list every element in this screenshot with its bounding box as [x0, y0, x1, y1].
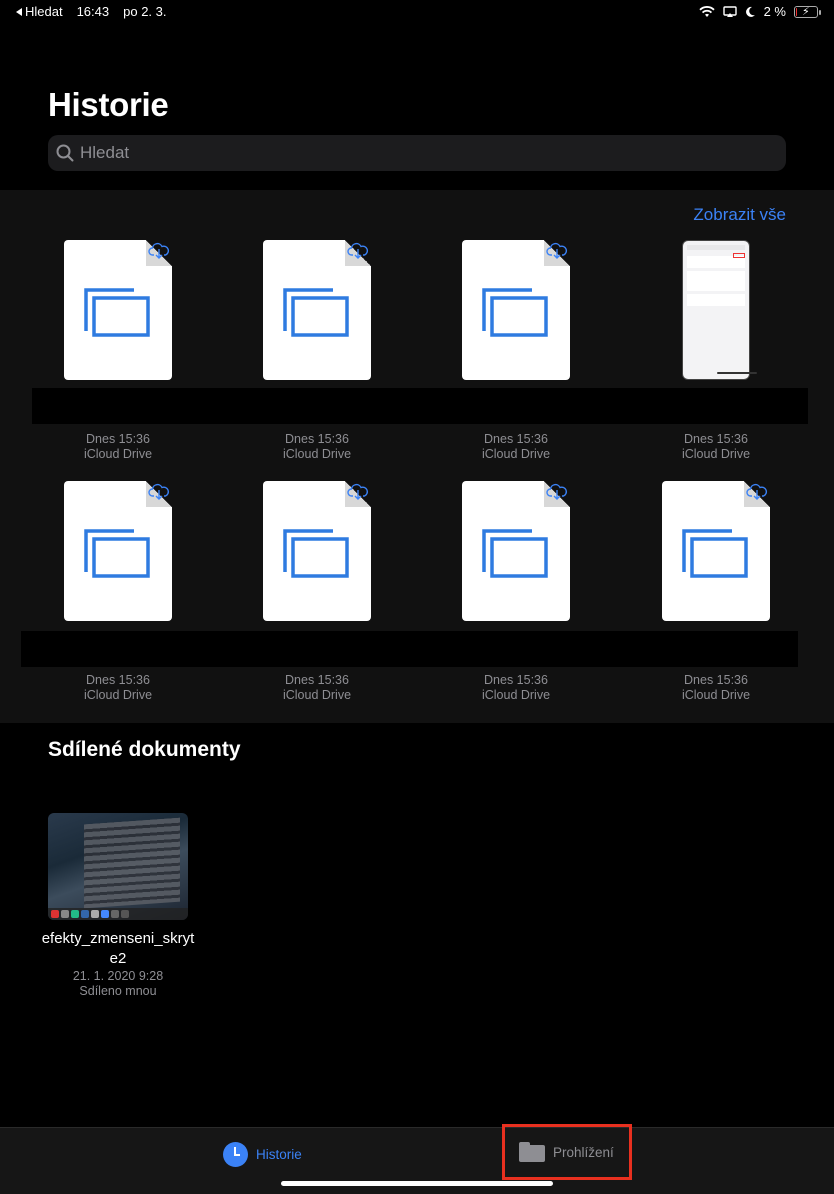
cloud-download-icon	[546, 483, 568, 500]
generic-document-icon	[84, 288, 150, 337]
home-indicator[interactable]	[281, 1181, 553, 1186]
recent-file-item[interactable]: Dnes 15:36 iCloud Drive	[222, 240, 412, 462]
file-location: iCloud Drive	[681, 447, 751, 461]
file-date: Dnes 15:36	[684, 432, 748, 446]
cloud-download-icon	[746, 483, 768, 500]
file-location: iCloud Drive	[481, 447, 551, 461]
file-location: iCloud Drive	[282, 688, 352, 702]
generic-document-icon	[482, 288, 548, 337]
file-date: Dnes 15:36	[285, 432, 349, 446]
shared-document-date: 21. 1. 2020 9:28	[72, 969, 164, 983]
tab-browse-label: Prohlížení	[553, 1144, 614, 1160]
phone-screenshot-thumbnail	[682, 240, 757, 380]
shared-documents-title: Sdílené dokumenty	[48, 738, 241, 761]
recent-files-panel: Zobrazit vše Dnes 15:36 iCloud Drive Dnes …	[0, 190, 834, 723]
file-date: Dnes 15:36	[285, 673, 349, 687]
clock-icon	[223, 1142, 248, 1167]
tab-history-label: Historie	[256, 1147, 302, 1162]
search-field[interactable]	[48, 135, 786, 171]
generic-document-icon	[482, 529, 548, 578]
file-date: Dnes 15:36	[86, 673, 150, 687]
document-thumbnail	[263, 481, 371, 621]
file-date: Dnes 15:36	[484, 673, 548, 687]
show-all-link[interactable]: Zobrazit vše	[693, 205, 786, 225]
recent-file-item[interactable]: Dnes 15:36 iCloud Drive	[421, 240, 611, 462]
document-thumbnail	[662, 481, 770, 621]
folder-icon	[519, 1142, 545, 1162]
search-icon	[56, 144, 74, 162]
tab-browse[interactable]: Prohlížení	[519, 1142, 614, 1162]
cloud-download-icon	[148, 483, 170, 500]
generic-document-icon	[283, 529, 349, 578]
file-location: iCloud Drive	[282, 447, 352, 461]
desktop-screenshot-thumbnail	[48, 813, 188, 920]
document-thumbnail	[64, 240, 172, 380]
document-thumbnail	[462, 481, 570, 621]
back-arrow-icon	[16, 7, 22, 16]
document-thumbnail	[462, 240, 570, 380]
file-location: iCloud Drive	[481, 688, 551, 702]
recent-file-item[interactable]: Dnes 15:36 iCloud Drive	[222, 481, 412, 703]
document-thumbnail	[64, 481, 172, 621]
screen-mirroring-icon	[722, 5, 737, 17]
do-not-disturb-moon-icon	[745, 6, 755, 17]
cloud-download-icon	[347, 242, 369, 259]
generic-document-icon	[283, 288, 349, 337]
cloud-download-icon	[148, 242, 170, 259]
cloud-download-icon	[546, 242, 568, 259]
file-location: iCloud Drive	[83, 688, 153, 702]
recent-file-item[interactable]: Dnes 15:36 iCloud Drive	[23, 481, 213, 703]
recent-file-item[interactable]: Dnes 15:36 iCloud Drive	[421, 481, 611, 703]
status-bar: Hledat 16:43 po 2. 3. 2 % ⚡	[0, 0, 834, 24]
page-title: Historie	[48, 86, 169, 123]
battery-percent: 2 %	[763, 4, 786, 19]
file-location: iCloud Drive	[83, 447, 153, 461]
shared-document-status: Sdíleno mnou	[79, 984, 157, 998]
generic-document-icon	[682, 529, 748, 578]
back-to-app-button[interactable]: Hledat	[16, 4, 63, 19]
status-date: po 2. 3.	[123, 4, 167, 19]
back-app-label: Hledat	[25, 4, 63, 19]
shared-document-item[interactable]: efekty_zmenseni_skryte2 21. 1. 2020 9:28…	[38, 813, 198, 999]
status-time: 16:43	[76, 4, 110, 19]
recent-file-item[interactable]: Dnes 15:36 iCloud Drive	[621, 240, 811, 462]
document-thumbnail	[263, 240, 371, 380]
battery-icon: ⚡	[794, 5, 821, 18]
file-date: Dnes 15:36	[86, 432, 150, 446]
file-date: Dnes 15:36	[684, 673, 748, 687]
recent-file-item[interactable]: Dnes 15:36 iCloud Drive	[621, 481, 811, 703]
file-date: Dnes 15:36	[484, 432, 548, 446]
tab-history[interactable]: Historie	[223, 1142, 302, 1167]
generic-document-icon	[84, 529, 150, 578]
search-input[interactable]	[80, 143, 680, 163]
shared-document-name: efekty_zmenseni_skryte2	[41, 930, 195, 967]
cloud-download-icon	[347, 483, 369, 500]
file-location: iCloud Drive	[681, 688, 751, 702]
recent-file-item[interactable]: Dnes 15:36 iCloud Drive	[23, 240, 213, 462]
wifi-icon	[698, 5, 715, 17]
